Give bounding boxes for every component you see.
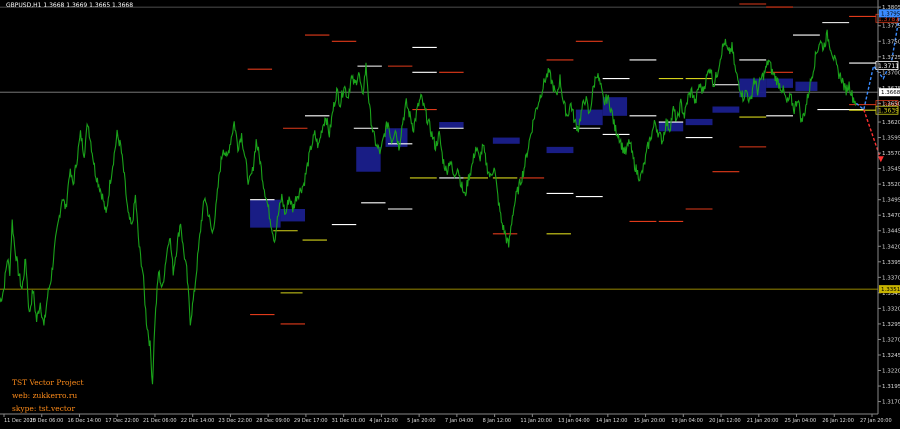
y-tick-label: 1.3245 (882, 353, 900, 359)
levels-layer (247, 3, 876, 325)
y-tick-label: 1.3545 (882, 167, 900, 173)
y-tick-label: 1.3270 (882, 337, 900, 343)
x-tick-label: 21 Jan 20:00 (747, 418, 779, 424)
x-tick-label: 19 Jan 04:00 (671, 418, 703, 424)
x-tick-label: 25 Jan 04:00 (785, 418, 817, 424)
y-tick-label: 1.3595 (882, 136, 900, 142)
y-tick-label: 1.3420 (882, 244, 900, 250)
x-tick-label: 29 Dec 17:00 (294, 418, 328, 424)
x-tick-label: 27 Jan 20:00 (860, 418, 892, 424)
x-tick-label: 22 Dec 14:00 (181, 418, 215, 424)
x-tick-label: 4 Jan 12:00 (369, 418, 397, 424)
symbol-info-line: GBPUSD,H1 1.3668 1.3669 1.3665 1.3668 (6, 2, 134, 9)
x-tick-label: 13 Jan 04:00 (558, 418, 590, 424)
y-tick-label: 1.3445 (882, 229, 900, 235)
brand-web: web: zukkerro.ru (12, 391, 78, 400)
x-tick-label: 21 Dec 06:00 (143, 418, 177, 424)
y-tick-label: 1.3775 (882, 24, 900, 30)
zone-rect (685, 118, 713, 126)
x-tick-label: 26 Jan 12:00 (822, 418, 854, 424)
y-tick-label: 1.3570 (882, 151, 900, 157)
x-tick-label: 15 Dec 06:00 (30, 418, 64, 424)
chart-canvas[interactable]: 1.37871.37111.36481.3639 1.38051.37751.3… (0, 0, 900, 425)
x-tick-label: 20 Jan 12:00 (709, 418, 741, 424)
x-tick-label: 23 Dec 22:00 (218, 418, 252, 424)
x-tick-label: 16 Dec 14:00 (67, 418, 101, 424)
zone-rect (356, 146, 381, 172)
zone-rect (492, 137, 520, 144)
zone-rect (712, 106, 740, 113)
y-tick-label: 1.3220 (882, 369, 900, 375)
x-tick-label: 11 Jan 20:00 (520, 418, 552, 424)
x-tick-label: 8 Jan 12:00 (483, 418, 511, 424)
marker-label-text: 1.3711 (878, 63, 899, 70)
y-tick-label: 1.3725 (882, 55, 900, 61)
zone-rect (795, 81, 818, 91)
y-tick-label: 1.3520 (882, 182, 900, 188)
y-tick-label: 1.3495 (882, 198, 900, 204)
y-tick-label: 1.3195 (882, 384, 900, 390)
horizontal-lines (0, 6, 878, 290)
x-tick-label: 5 Jan 20:00 (407, 418, 435, 424)
y-tick-label: 1.3320 (882, 306, 900, 312)
marker-label-text: 1.3639 (878, 108, 899, 115)
y-tick-label: 1.3750 (882, 39, 900, 45)
price-chart[interactable]: 1.3787 1.3711 1.3648 1.3639 1.3805 1.3775 1.3… (0, 0, 900, 425)
y-tick-label: 1.3470 (882, 213, 900, 219)
x-tick-label: 14 Jan 12:00 (596, 418, 628, 424)
y-tick-label: 1.3650 (882, 101, 900, 107)
price-label-text: 1.3795 (881, 11, 900, 17)
y-tick-label: 1.3295 (882, 322, 900, 328)
zone-rect (250, 199, 281, 228)
axes: 1.38051.37751.37501.37251.37001.36751.36… (0, 0, 900, 424)
brand-project: TST Vector Project (12, 378, 84, 387)
price-series (0, 29, 857, 385)
y-tick-label: 1.3620 (882, 120, 900, 126)
y-tick-label: 1.3395 (882, 260, 900, 266)
x-tick-label: 28 Dec 09:00 (256, 418, 290, 424)
price-label-text: 1.3668 (881, 90, 900, 96)
x-tick-label: 7 Jan 04:00 (445, 418, 473, 424)
x-tick-label: 17 Dec 22:00 (105, 418, 139, 424)
zone-rect (439, 122, 464, 129)
price-label-text: 1.3351 (881, 287, 900, 293)
x-tick-label: 15 Jan 20:00 (634, 418, 666, 424)
forecast-down-arrow (877, 156, 884, 163)
y-tick-label: 1.3370 (882, 275, 900, 281)
y-tick-label: 1.3170 (882, 400, 900, 406)
brand-skype: skype: tst.vector (12, 404, 76, 413)
zone-rect (546, 146, 574, 154)
y-tick-label: 1.3700 (882, 70, 900, 76)
x-tick-label: 31 Dec 01:00 (332, 418, 366, 424)
price-line (0, 29, 857, 385)
